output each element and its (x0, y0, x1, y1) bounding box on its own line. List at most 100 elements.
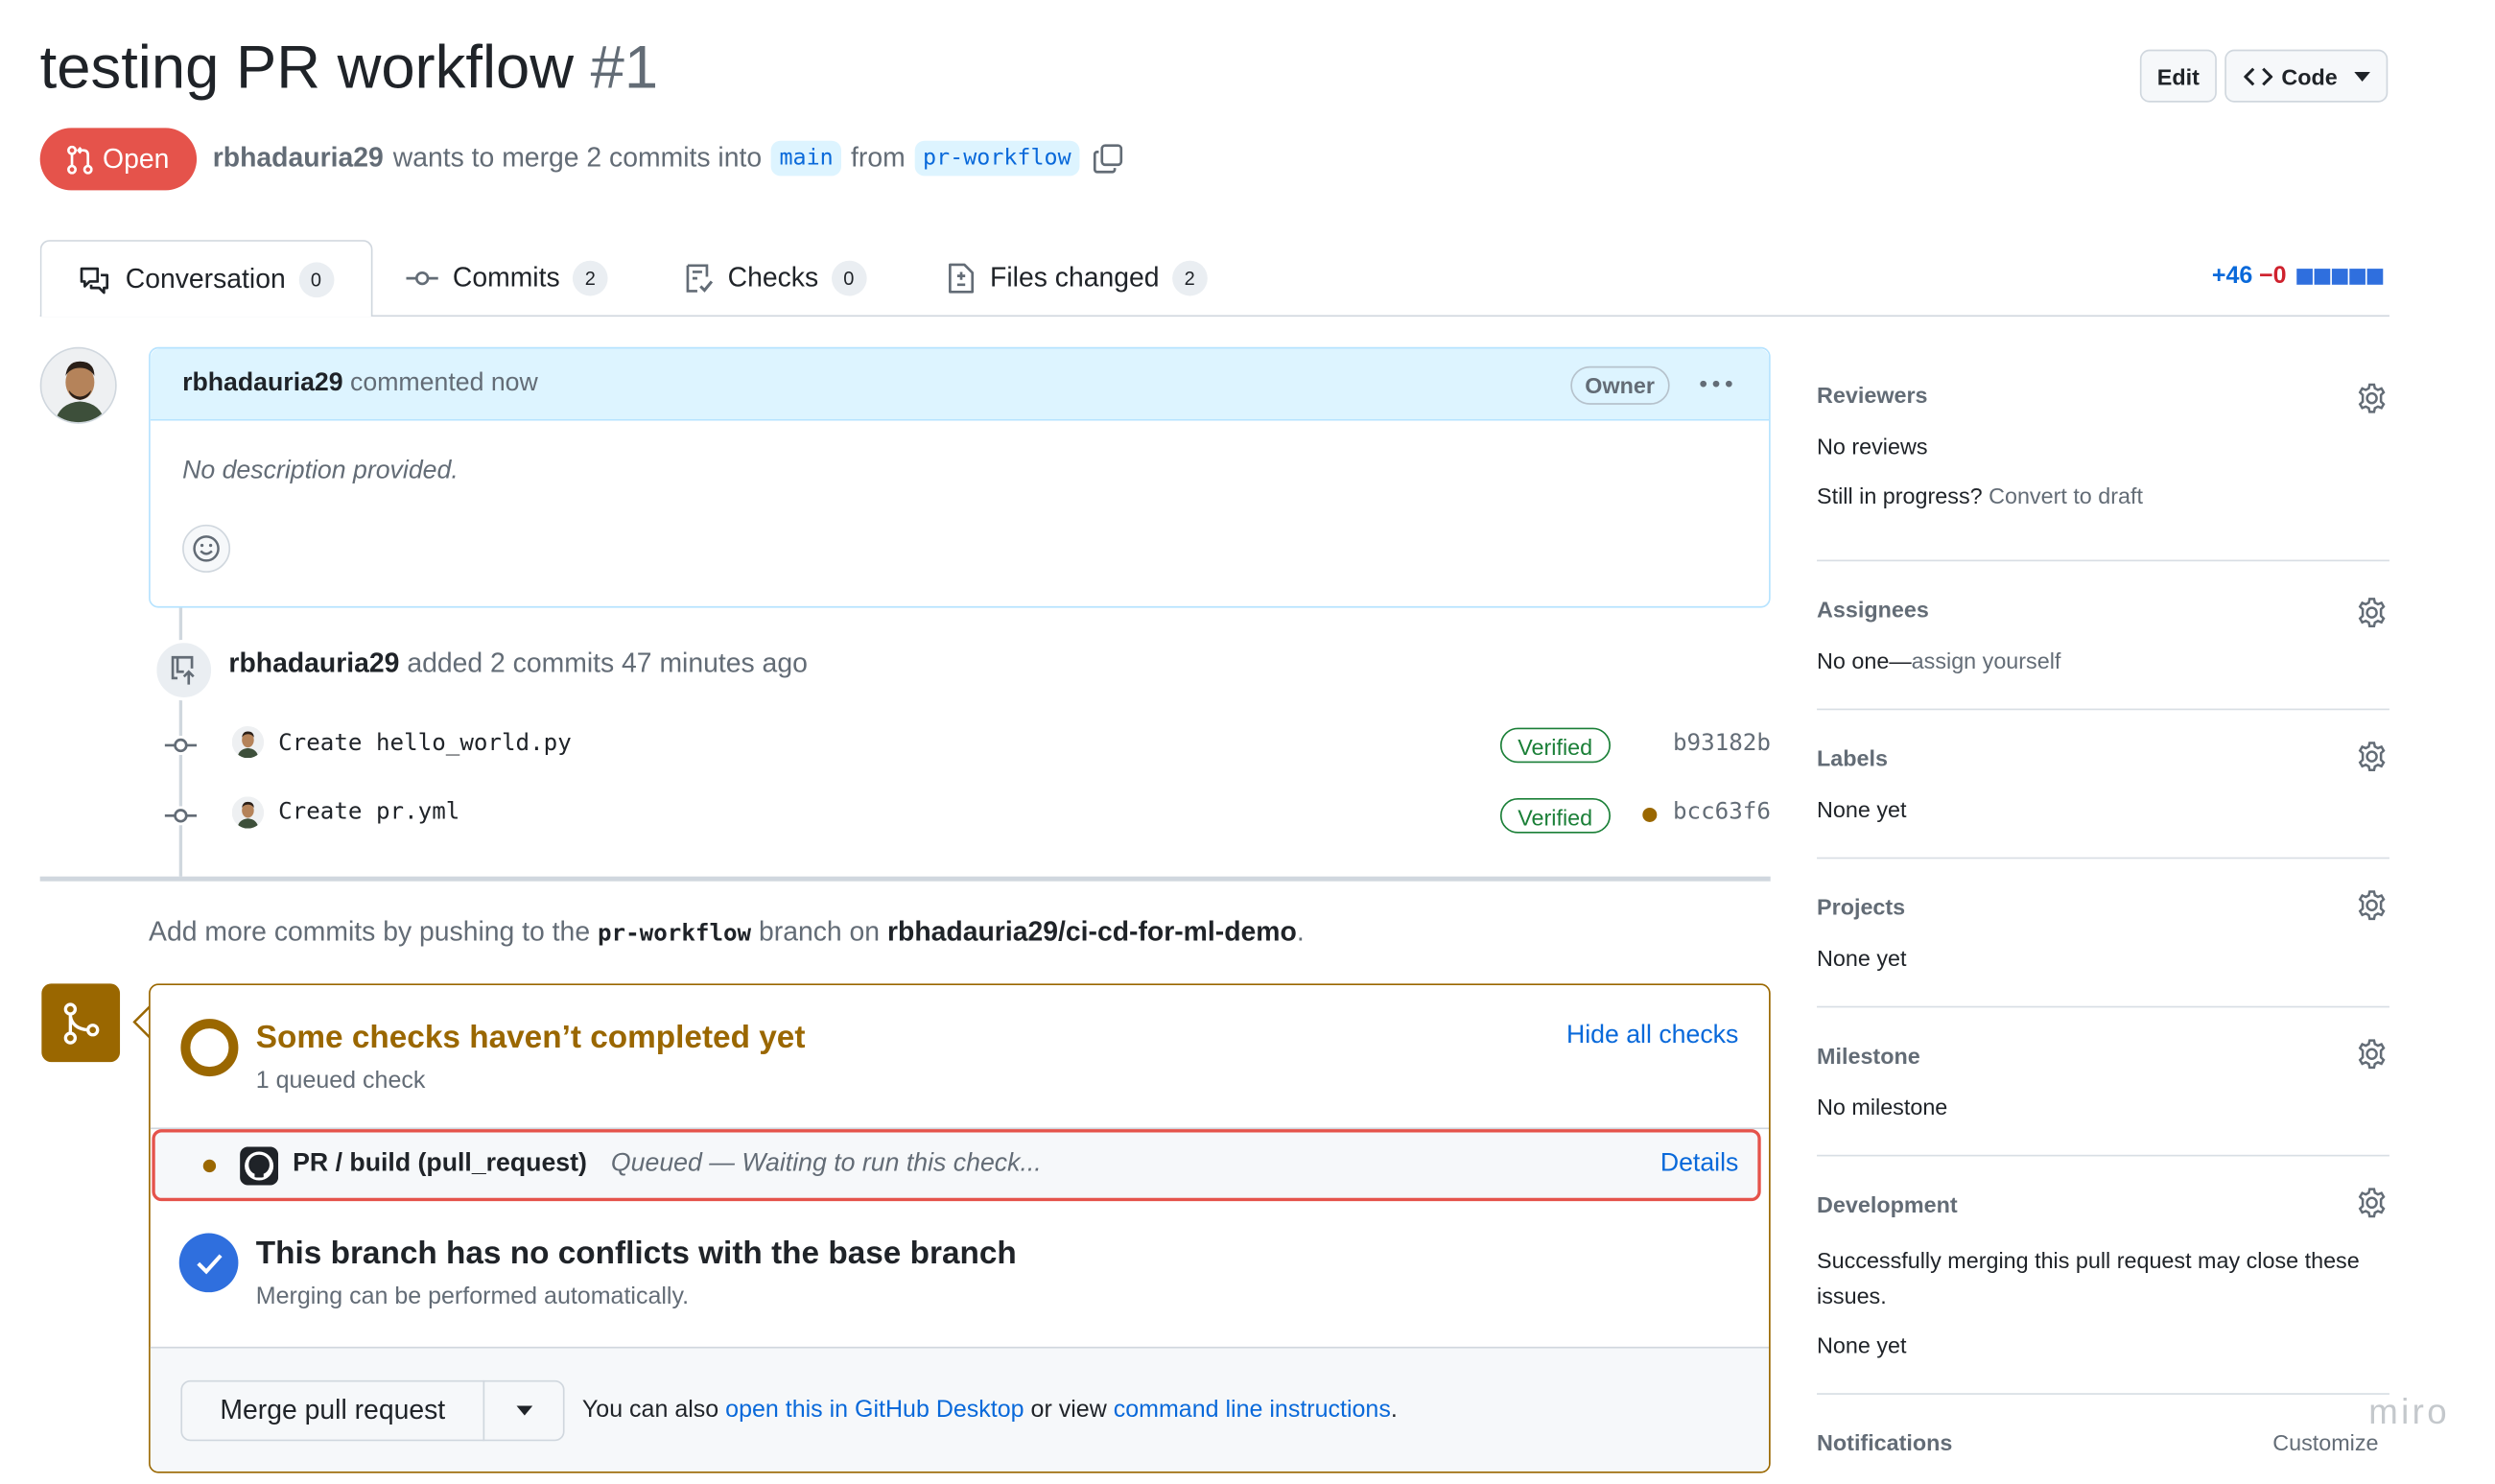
pr-merge-summary: rbhadauria29 wants to merge 2 commits in… (213, 140, 1124, 177)
check-run-status: Queued — Waiting to run this check... (610, 1149, 1042, 1178)
merge-or-text: or view (1030, 1396, 1107, 1424)
file-diff-icon (949, 263, 975, 294)
sidebar-notifications-customize[interactable]: Customize (2272, 1430, 2378, 1456)
sidebar-development-none: None yet (1817, 1331, 1907, 1358)
push-hint-repo: rbhadauria29/ci-cd-for-ml-demo (886, 916, 1297, 948)
diffstat-deletions: −0 (2258, 262, 2287, 290)
merge-method-dropdown[interactable] (483, 1379, 565, 1442)
gear-icon[interactable] (2356, 597, 2388, 628)
sidebar-assignees-title[interactable]: Assignees (1817, 597, 1929, 623)
sidebar-assignees-value: No one—assign yourself (1817, 648, 2060, 673)
tab-commits[interactable]: Commits 2 (406, 240, 608, 317)
sidebar-reviewers-title[interactable]: Reviewers (1817, 382, 1928, 408)
caret-down-icon (2353, 71, 2370, 82)
sidebar-development-value: Successfully merging this pull request m… (1817, 1247, 2360, 1308)
push-hint: Add more commits by pushing to the pr-wo… (149, 916, 1305, 948)
add-reaction-button[interactable] (182, 524, 231, 573)
commit-message-link[interactable]: Create hello_world.py (278, 731, 572, 757)
caret-down-icon (515, 1405, 532, 1416)
check-details-link[interactable]: Details (1660, 1150, 1739, 1179)
copy-icon[interactable] (1092, 142, 1123, 174)
assign-yourself-link[interactable]: assign yourself (1912, 648, 2061, 673)
edit-button-label: Edit (2156, 62, 2200, 89)
smiley-icon (193, 535, 220, 562)
checks-subtitle: 1 queued check (255, 1067, 426, 1095)
merge-status-icon (41, 983, 121, 1063)
repo-push-icon (171, 655, 195, 685)
pr-author-link[interactable]: rbhadauria29 (213, 142, 384, 174)
commits-event-text: rbhadauria29 added 2 commits 47 minutes … (228, 648, 807, 679)
sidebar-milestone-title[interactable]: Milestone (1817, 1043, 1920, 1069)
merge-alternatives: You can also open this in GitHub Desktop… (582, 1397, 1398, 1424)
tab-commits-count: 2 (572, 260, 608, 296)
sidebar-draft-hint: Still in progress? Convert to draft (1817, 483, 2143, 509)
open-in-desktop-link[interactable]: open this in GitHub Desktop (725, 1397, 1024, 1424)
code-button[interactable]: Code (2224, 49, 2389, 103)
check-run-row[interactable]: PR / build (pull_request) Queued — Waiti… (152, 1129, 1761, 1202)
comment-timestamp[interactable]: commented now (350, 369, 538, 396)
sidebar-projects-title[interactable]: Projects (1817, 894, 1905, 920)
git-pull-request-icon (67, 144, 94, 174)
tab-files-changed[interactable]: Files changed 2 (947, 240, 1208, 317)
hide-all-checks-link[interactable]: Hide all checks (1566, 1022, 1738, 1050)
comment-body: No description provided. (182, 457, 459, 485)
command-line-instructions-link[interactable]: command line instructions (1114, 1397, 1391, 1424)
convert-to-draft-link[interactable]: Convert to draft (1989, 483, 2143, 509)
sidebar-labels-title[interactable]: Labels (1817, 745, 1888, 771)
sidebar-milestone-value: No milestone (1817, 1094, 1948, 1120)
sidebar-development-title[interactable]: Development (1817, 1191, 1958, 1217)
gear-icon[interactable] (2356, 1038, 2388, 1070)
comment-discussion-icon (81, 266, 109, 294)
merge-text: wants to merge 2 commits into (392, 142, 763, 174)
commit-sha-link[interactable]: bcc63f6 (1673, 800, 1771, 826)
pr-number: #1 (590, 35, 659, 103)
commit-status-pending-dot[interactable] (1642, 807, 1658, 822)
check-run-name: PR / build (pull_request) (293, 1149, 587, 1178)
commit-sha-link[interactable]: b93182b (1673, 731, 1771, 757)
diffstat: +46 −0 (2212, 262, 2383, 290)
kebab-horizontal-icon[interactable] (1699, 379, 1734, 389)
sidebar-divider (1817, 1154, 2389, 1157)
commit-author-avatar[interactable] (231, 725, 265, 759)
tab-checks-label: Checks (727, 262, 819, 294)
code-icon (2243, 66, 2272, 85)
merge-footer: Merge pull request You can also open thi… (150, 1346, 1770, 1472)
diffstat-bar (2295, 268, 2383, 284)
base-branch-label[interactable]: main (771, 140, 842, 177)
status-badge-label: Open (103, 143, 170, 174)
commit-message-link[interactable]: Create pr.yml (278, 800, 459, 826)
conflicts-title: This branch has no conflicts with the ba… (255, 1236, 1017, 1272)
tab-conversation[interactable]: Conversation 0 (39, 240, 373, 318)
assignees-none-text: No one— (1817, 648, 1912, 673)
commits-event-description: added 2 commits 47 minutes ago (407, 648, 808, 678)
commits-event-author[interactable]: rbhadauria29 (228, 648, 399, 678)
merge-pull-request-button[interactable]: Merge pull request (180, 1379, 485, 1442)
sidebar-projects-value: None yet (1817, 945, 1907, 972)
tab-checks[interactable]: Checks 0 (685, 240, 867, 317)
check-circle-icon (178, 1233, 239, 1293)
gear-icon[interactable] (2356, 741, 2388, 772)
avatar[interactable] (39, 346, 117, 424)
miro-watermark: miro (2368, 1391, 2450, 1432)
git-merge-icon (62, 1001, 99, 1044)
commit-author-avatar[interactable] (231, 796, 265, 829)
gear-icon[interactable] (2356, 382, 2388, 413)
edit-button[interactable]: Edit (2139, 49, 2217, 103)
sidebar-labels-value: None yet (1817, 796, 1907, 822)
comment-header: rbhadauria29 commented now Owner (150, 348, 1770, 421)
verified-badge[interactable]: Verified (1499, 727, 1611, 764)
gear-icon[interactable] (2356, 1187, 2388, 1218)
page-title: testing PR workflow (39, 35, 575, 103)
head-branch-label[interactable]: pr-workflow (914, 140, 1079, 177)
from-text: from (851, 142, 906, 174)
verified-badge[interactable]: Verified (1499, 797, 1611, 834)
pr-title-row: testing PR workflow #1 (40, 35, 658, 105)
git-commit-icon (164, 735, 198, 755)
comment-author-link[interactable]: rbhadauria29 (182, 369, 343, 396)
tab-conversation-label: Conversation (125, 263, 286, 294)
gear-icon[interactable] (2356, 889, 2388, 921)
tab-files-changed-count: 2 (1171, 260, 1208, 296)
merge-button-label: Merge pull request (220, 1394, 446, 1425)
timeline-divider (39, 876, 1771, 882)
merge-box: Some checks haven’t completed yet 1 queu… (149, 983, 1771, 1473)
